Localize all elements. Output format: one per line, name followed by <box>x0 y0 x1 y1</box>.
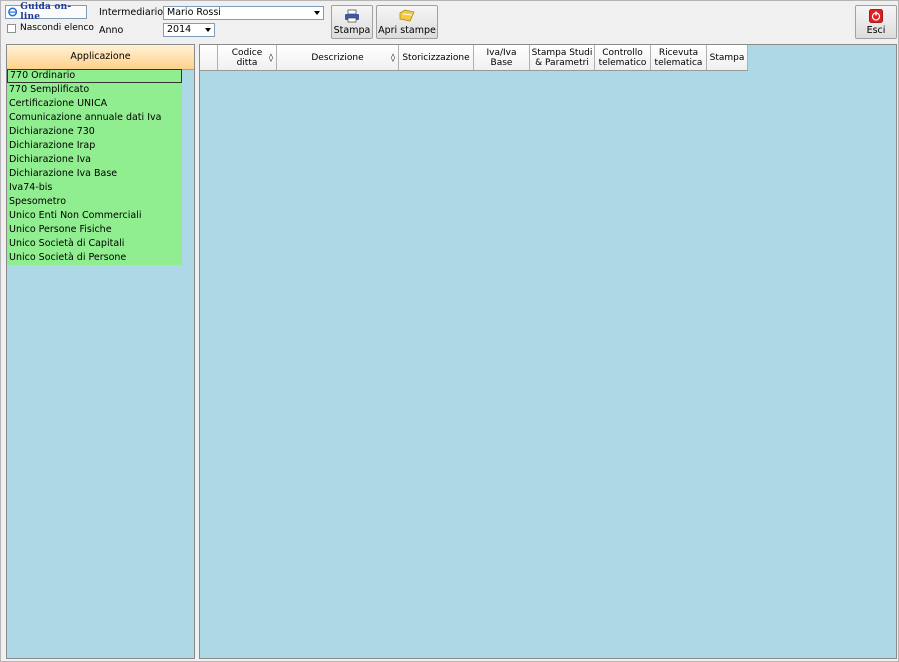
apri-stampe-button[interactable]: Apri stampe <box>376 5 438 39</box>
intermediario-label: Intermediario <box>99 7 164 18</box>
applicazione-header[interactable]: Applicazione <box>7 45 194 70</box>
col-codice-ditta[interactable]: Codice ditta ◊ <box>218 45 277 70</box>
intermediario-select[interactable]: Mario Rossi <box>163 6 324 20</box>
applicazione-panel: Applicazione 770 Ordinario 770 Semplific… <box>6 44 195 659</box>
col-descrizione[interactable]: Descrizione ◊ <box>277 45 399 70</box>
nascondi-elenco-checkbox[interactable] <box>7 24 16 33</box>
col-storicizzazione[interactable]: Storicizzazione <box>399 45 474 70</box>
apri-stampe-label: Apri stampe <box>378 25 436 36</box>
list-item[interactable]: Unico Enti Non Commerciali <box>7 209 182 223</box>
col-label: Descrizione <box>311 52 364 63</box>
main-window: Guida on-line Nascondi elenco Intermedia… <box>0 0 899 662</box>
stampa-label: Stampa <box>333 25 371 36</box>
list-item[interactable]: Unico Società di Persone <box>7 251 182 265</box>
list-item[interactable]: Unico Persone Fisiche <box>7 223 182 237</box>
list-item[interactable]: Comunicazione annuale dati Iva <box>7 111 182 125</box>
col-label: Controllo telematico <box>598 47 647 68</box>
anno-value: 2014 <box>167 24 192 35</box>
col-label: Codice ditta <box>231 47 263 68</box>
list-item[interactable]: 770 Semplificato <box>7 83 182 97</box>
list-item[interactable]: Dichiarazione Iva <box>7 153 182 167</box>
list-item[interactable]: 770 Ordinario <box>7 69 182 83</box>
col-iva-base[interactable]: Iva/Iva Base <box>474 45 530 70</box>
guida-label: Guida on-line <box>20 2 72 22</box>
grid-header: Codice ditta ◊ Descrizione ◊ Storicizzaz… <box>200 45 748 71</box>
power-icon <box>869 9 883 23</box>
list-item[interactable]: Spesometro <box>7 195 182 209</box>
list-item[interactable]: Dichiarazione Irap <box>7 139 182 153</box>
list-item[interactable]: Iva74-bis <box>7 181 182 195</box>
folder-open-icon <box>399 9 415 22</box>
sort-icon: ◊ <box>391 53 395 62</box>
list-item[interactable]: Certificazione UNICA <box>7 97 182 111</box>
col-label: Ricevuta telematica <box>654 47 703 68</box>
guida-online-button[interactable]: Guida on-line <box>5 2 87 22</box>
col-ricevuta-telematica[interactable]: Ricevuta telematica <box>651 45 707 70</box>
col-controllo-telematico[interactable]: Controllo telematico <box>595 45 651 70</box>
chevron-down-icon <box>205 28 211 32</box>
printer-icon <box>345 9 359 23</box>
ditte-grid: Codice ditta ◊ Descrizione ◊ Storicizzaz… <box>199 44 897 659</box>
list-item[interactable]: Dichiarazione Iva Base <box>7 167 182 181</box>
applicazione-list: 770 Ordinario 770 Semplificato Certifica… <box>7 69 182 265</box>
list-item[interactable]: Dichiarazione 730 <box>7 125 182 139</box>
col-stampa-studi[interactable]: Stampa Studi & Parametri <box>530 45 595 70</box>
esci-label: Esci <box>866 25 886 36</box>
col-stampa[interactable]: Stampa <box>707 45 748 70</box>
col-label: Stampa <box>709 52 745 63</box>
row-selector-header <box>200 45 218 70</box>
intermediario-value: Mario Rossi <box>167 7 221 18</box>
col-label: Storicizzazione <box>402 52 470 63</box>
sort-icon: ◊ <box>269 53 273 62</box>
chevron-down-icon <box>314 11 320 15</box>
ie-icon <box>8 7 18 17</box>
stampa-button[interactable]: Stampa <box>331 5 373 39</box>
anno-label: Anno <box>99 25 124 36</box>
anno-select[interactable]: 2014 <box>163 23 215 37</box>
list-item[interactable]: Unico Società di Capitali <box>7 237 182 251</box>
nascondi-elenco-label: Nascondi elenco <box>20 23 94 33</box>
esci-button[interactable]: Esci <box>855 5 897 39</box>
col-label: Stampa Studi & Parametri <box>531 47 593 68</box>
col-label: Iva/Iva Base <box>486 47 517 68</box>
